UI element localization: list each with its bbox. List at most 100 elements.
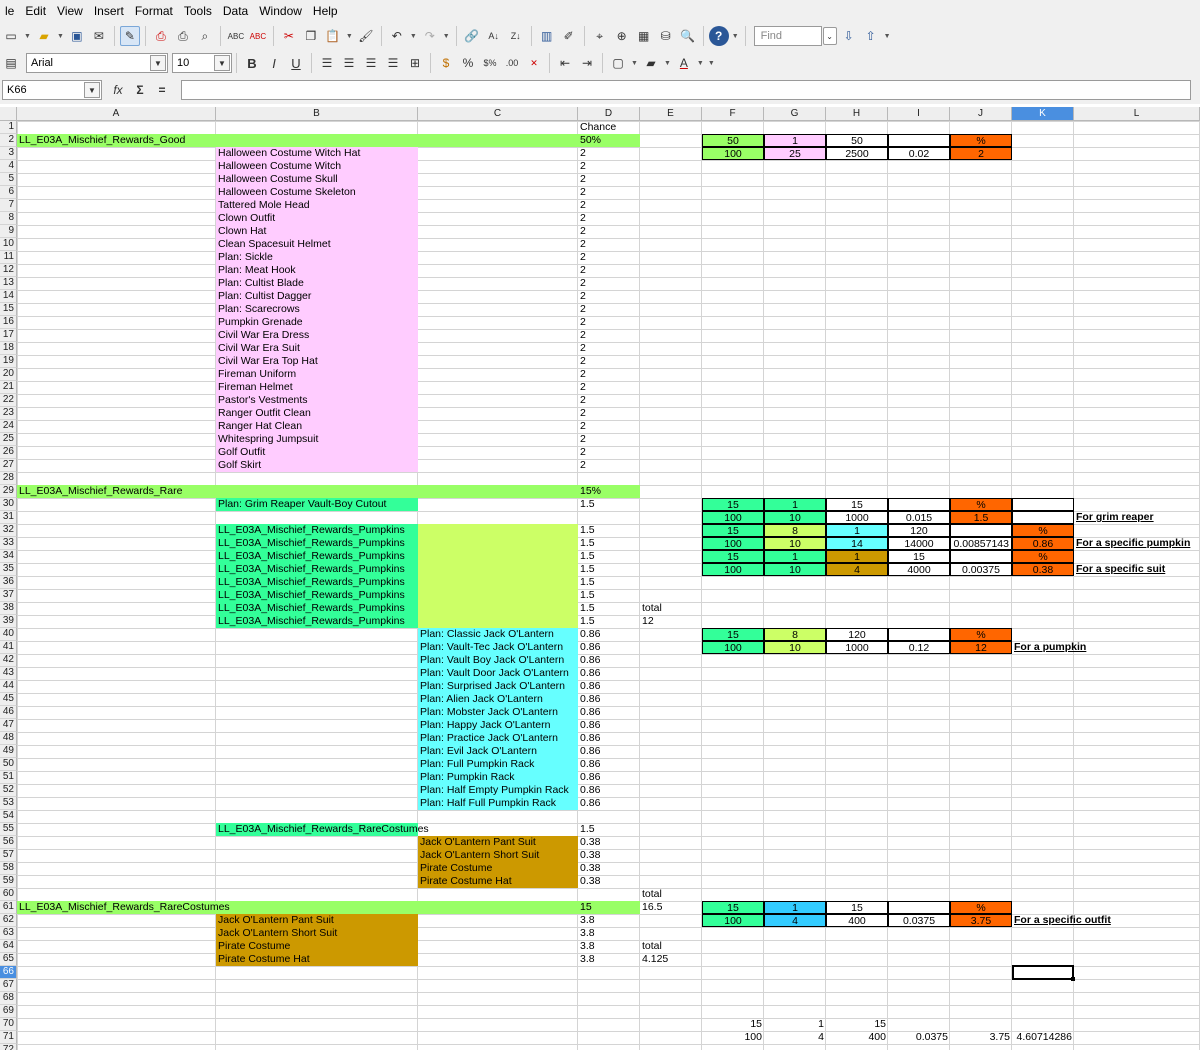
column-header-i[interactable]: I xyxy=(888,107,950,121)
cell-h61[interactable]: 15 xyxy=(826,901,888,914)
cell-b4[interactable]: Halloween Costume Witch xyxy=(216,160,418,173)
row-header-70[interactable]: 70 xyxy=(0,1018,17,1031)
cell-b34[interactable]: LL_E03A_Mischief_Rewards_Pumpkins xyxy=(216,550,418,563)
cell-d14[interactable]: 2 xyxy=(578,290,640,303)
align-center-icon[interactable]: ☰ xyxy=(339,53,359,73)
select-all-corner[interactable] xyxy=(0,107,17,121)
column-header-a[interactable]: A xyxy=(17,107,216,121)
cell-g30[interactable]: 1 xyxy=(764,498,826,511)
cell-c36[interactable] xyxy=(418,576,578,589)
cell-d27[interactable]: 2 xyxy=(578,459,640,472)
cell-d34[interactable]: 1.5 xyxy=(578,550,640,563)
cell-k41[interactable]: For a pumpkin xyxy=(1012,641,1086,654)
cell-b23[interactable]: Ranger Outfit Clean xyxy=(216,407,418,420)
cell-c45[interactable]: Plan: Alien Jack O'Lantern xyxy=(418,693,578,706)
cell-j34[interactable] xyxy=(950,550,1012,563)
draw-functions-icon[interactable]: ✐ xyxy=(559,26,579,46)
cell-b38[interactable]: LL_E03A_Mischief_Rewards_Pumpkins xyxy=(216,602,418,615)
cell-d2[interactable]: 50% xyxy=(578,134,640,147)
row-header-18[interactable]: 18 xyxy=(0,342,17,355)
row-header-12[interactable]: 12 xyxy=(0,264,17,277)
cell-d1[interactable]: Chance xyxy=(578,121,640,134)
row-header-30[interactable]: 30 xyxy=(0,498,17,511)
row-header-50[interactable]: 50 xyxy=(0,758,17,771)
row-header-14[interactable]: 14 xyxy=(0,290,17,303)
cell-d57[interactable]: 0.38 xyxy=(578,849,640,862)
cell-d55[interactable]: 1.5 xyxy=(578,823,640,836)
cell-h71[interactable]: 400 xyxy=(826,1031,888,1044)
cell-b15[interactable]: Plan: Scarecrows xyxy=(216,303,418,316)
cell-c52[interactable]: Plan: Half Empty Pumpkin Rack xyxy=(418,784,578,797)
cell-c48[interactable]: Plan: Practice Jack O'Lantern xyxy=(418,732,578,745)
row-header-35[interactable]: 35 xyxy=(0,563,17,576)
cell-b65[interactable]: Pirate Costume Hat xyxy=(216,953,418,966)
cell-d6[interactable]: 2 xyxy=(578,186,640,199)
cell-b12[interactable]: Plan: Meat Hook xyxy=(216,264,418,277)
row-header-56[interactable]: 56 xyxy=(0,836,17,849)
navigator-icon[interactable]: ⊕ xyxy=(612,26,632,46)
cell-a2[interactable]: LL_E03A_Mischief_Rewards_Good xyxy=(17,134,578,147)
cell-d7[interactable]: 2 xyxy=(578,199,640,212)
row-header-11[interactable]: 11 xyxy=(0,251,17,264)
cell-j62[interactable]: 3.75 xyxy=(950,914,1012,927)
edit-file-icon[interactable]: ✎ xyxy=(119,26,140,46)
cell-f71[interactable]: 100 xyxy=(702,1031,764,1044)
cell-f61[interactable]: 15 xyxy=(702,901,764,914)
cell-b27[interactable]: Golf Skirt xyxy=(216,459,418,472)
sort-ascending-icon[interactable]: A↓ xyxy=(484,26,504,46)
cell-d30[interactable]: 1.5 xyxy=(578,498,640,511)
font-color-dropdown-icon[interactable]: ▼ xyxy=(697,60,704,67)
column-header-l[interactable]: L xyxy=(1074,107,1200,121)
row-header-38[interactable]: 38 xyxy=(0,602,17,615)
cell-e61[interactable]: 16.5 xyxy=(640,901,702,914)
cell-d39[interactable]: 1.5 xyxy=(578,615,640,628)
cell-b19[interactable]: Civil War Era Top Hat xyxy=(216,355,418,368)
cell-b62[interactable]: Jack O'Lantern Pant Suit xyxy=(216,914,418,927)
cell-d47[interactable]: 0.86 xyxy=(578,719,640,732)
cell-c53[interactable]: Plan: Half Full Pumpkin Rack xyxy=(418,797,578,810)
cell-i35[interactable]: 4000 xyxy=(888,563,950,576)
align-left-icon[interactable]: ☰ xyxy=(317,53,337,73)
cell-f2[interactable]: 50 xyxy=(702,134,764,147)
borders-dropdown-icon[interactable]: ▼ xyxy=(631,60,638,67)
cell-h35[interactable]: 4 xyxy=(826,563,888,576)
cell-c33[interactable] xyxy=(418,537,578,550)
formula-input[interactable] xyxy=(181,80,1191,100)
cell-b64[interactable]: Pirate Costume xyxy=(216,940,418,953)
cell-d15[interactable]: 2 xyxy=(578,303,640,316)
cell-c59[interactable]: Pirate Costume Hat xyxy=(418,875,578,888)
cell-f62[interactable]: 100 xyxy=(702,914,764,927)
cell-b22[interactable]: Pastor's Vestments xyxy=(216,394,418,407)
row-header-43[interactable]: 43 xyxy=(0,667,17,680)
cell-b55[interactable]: LL_E03A_Mischief_Rewards_RareCostumes xyxy=(216,823,429,836)
cell-b17[interactable]: Civil War Era Dress xyxy=(216,329,418,342)
clone-formatting-icon[interactable]: 🖌 xyxy=(356,26,376,46)
function-icon[interactable]: = xyxy=(152,80,172,100)
cell-d22[interactable]: 2 xyxy=(578,394,640,407)
bold-button[interactable]: B xyxy=(242,53,262,73)
cell-d13[interactable]: 2 xyxy=(578,277,640,290)
cell-d33[interactable]: 1.5 xyxy=(578,537,640,550)
cell-d18[interactable]: 2 xyxy=(578,342,640,355)
cell-d37[interactable]: 1.5 xyxy=(578,589,640,602)
column-header-f[interactable]: F xyxy=(702,107,764,121)
menu-tools[interactable]: Tools xyxy=(179,0,218,22)
cell-j61[interactable]: % xyxy=(950,901,1012,914)
row-header-62[interactable]: 62 xyxy=(0,914,17,927)
row-header-41[interactable]: 41 xyxy=(0,641,17,654)
cell-f40[interactable]: 15 xyxy=(702,628,764,641)
cell-b25[interactable]: Whitespring Jumpsuit xyxy=(216,433,418,446)
cell-c56[interactable]: Jack O'Lantern Pant Suit xyxy=(418,836,578,849)
row-header-24[interactable]: 24 xyxy=(0,420,17,433)
cell-i71[interactable]: 0.0375 xyxy=(888,1031,950,1044)
cell-d43[interactable]: 0.86 xyxy=(578,667,640,680)
cell-b16[interactable]: Pumpkin Grenade xyxy=(216,316,418,329)
cell-d4[interactable]: 2 xyxy=(578,160,640,173)
cell-i41[interactable]: 0.12 xyxy=(888,641,950,654)
cell-l35[interactable]: For a specific suit xyxy=(1074,563,1200,576)
cell-i31[interactable]: 0.015 xyxy=(888,511,950,524)
cell-d56[interactable]: 0.38 xyxy=(578,836,640,849)
cell-j2[interactable]: % xyxy=(950,134,1012,147)
cell-i30[interactable] xyxy=(888,498,950,511)
row-header-9[interactable]: 9 xyxy=(0,225,17,238)
